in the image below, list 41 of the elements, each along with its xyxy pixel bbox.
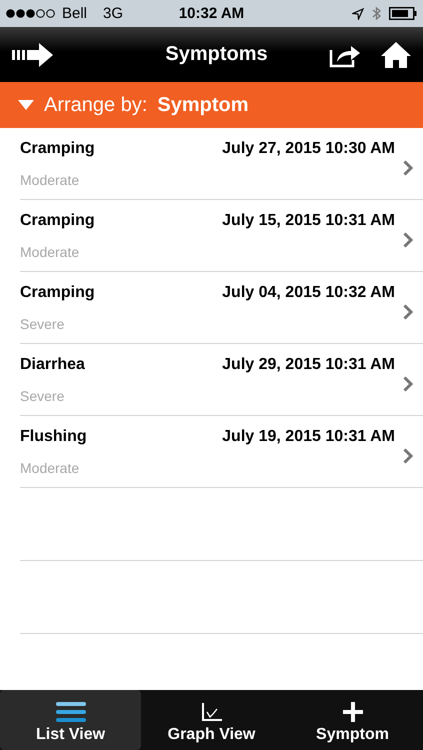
home-icon[interactable] [381, 42, 411, 68]
screen-title: Symptoms [164, 43, 269, 66]
entry-date: July 15, 2015 10:31 AM [222, 212, 395, 230]
tab[interactable]: Graph View [141, 690, 282, 750]
location-icon [352, 8, 364, 20]
severity-label: Severe [20, 316, 66, 332]
symptom-name: Diarrhea [20, 356, 85, 374]
severity-label: Moderate [20, 172, 80, 188]
symptom-name: Flushing [20, 428, 87, 446]
bluetooth-icon [372, 6, 381, 21]
symptom-entry[interactable]: Cramping July 27, 2015 10:30 AM Moderate [20, 128, 423, 200]
severity-label: Moderate [20, 244, 80, 260]
symptom-entry[interactable]: Cramping July 04, 2015 10:32 AM Severe [20, 272, 423, 344]
entry-date: July 29, 2015 10:31 AM [222, 356, 395, 374]
symptom-name: Cramping [20, 212, 95, 230]
tab[interactable]: List View [0, 690, 141, 750]
entry-date: July 04, 2015 10:32 AM [222, 284, 395, 302]
chevron-icon [403, 376, 413, 392]
symptom-name: Cramping [20, 140, 95, 158]
battery-icon [389, 7, 417, 20]
network-type: 3G [103, 5, 124, 22]
list-icon [56, 702, 86, 722]
clock-time: 10:32 AM [178, 5, 244, 22]
line-chart-icon [200, 702, 222, 722]
menu-arrow-icon[interactable] [12, 42, 54, 66]
entry-date: July 27, 2015 10:30 AM [222, 140, 395, 158]
symptom-entry[interactable]: Flushing July 19, 2015 10:31 AM Moderate [20, 416, 423, 488]
chevron-icon [403, 304, 413, 320]
symptom-entry[interactable]: Diarrhea July 29, 2015 10:31 AM Severe [20, 344, 423, 416]
plus-icon [342, 702, 362, 722]
severity-label: Severe [20, 388, 66, 404]
chevron-icon [403, 448, 413, 464]
entry-date: July 19, 2015 10:31 AM [222, 428, 395, 446]
symptom-entry[interactable]: Cramping July 15, 2015 10:31 AM Moderate [20, 200, 423, 272]
severity-label: Moderate [20, 460, 80, 476]
signal-icon [6, 9, 56, 18]
carrier-name: Bell [62, 5, 88, 22]
symptom-name: Cramping [20, 284, 95, 302]
tab[interactable]: Symptom [282, 690, 423, 750]
chevron-icon [403, 232, 413, 248]
chevron-icon [403, 160, 413, 176]
